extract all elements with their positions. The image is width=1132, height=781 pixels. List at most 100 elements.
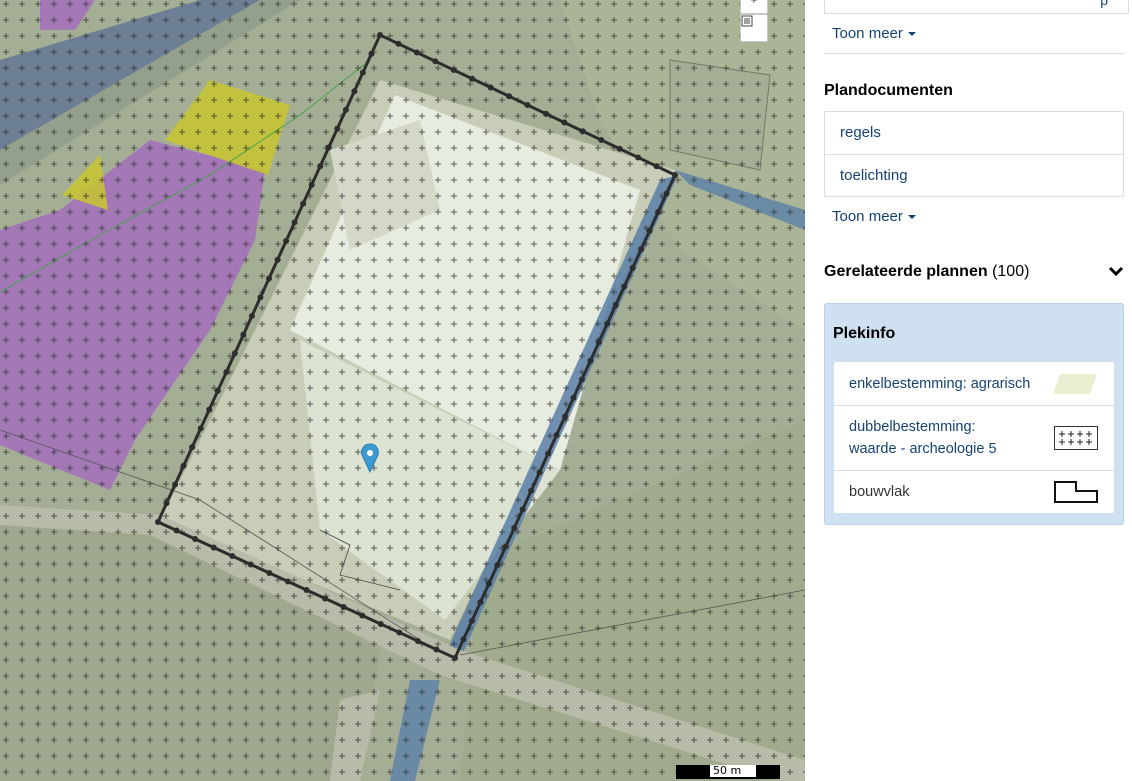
parcel-vertex-dot [460,636,467,643]
toon-meer-button-2[interactable]: Toon meer [832,208,916,225]
parcel-vertex-dot [334,125,341,132]
parcel-vertex-dot [413,49,420,56]
parcel-vertex-dot [192,536,199,542]
parcel-vertex-dot [638,246,645,253]
parcel-vertex-dot [300,200,307,207]
previous-card-text[interactable]: p [1100,0,1108,8]
parcel-vertex-dot [303,587,310,593]
parcel-vertex-dot [284,578,291,585]
parcel-vertex-dot [257,294,264,301]
document-link-toelichting[interactable]: toelichting [825,154,1123,196]
plekinfo-item-label: bouwvlak [849,484,910,500]
plekinfo-item-bouwvlak[interactable]: bouwvlak [834,470,1114,513]
parcel-vertex-dot [266,275,272,282]
caret-down-icon [907,32,916,37]
parcel-vertex-dot [377,32,383,38]
parcel-vertex-dot [635,154,642,161]
chevron-down-icon [1108,266,1124,277]
parcel-vertex-dot [562,413,568,420]
parcel-vertex-dot [231,350,238,357]
parcel-vertex-dot [450,67,457,73]
parcel-vertex-dot [511,524,518,531]
parcel-vertex-dot [414,638,421,644]
parcel-vertex-dot [579,128,586,135]
plus-icon: + [750,0,758,7]
plekinfo-item-agrarisch[interactable]: enkelbestemming: agrarisch [834,362,1114,405]
parcel-vertex-dot [189,444,196,451]
toon-meer-label: Toon meer [832,208,903,225]
parcel-vertex-dot [395,40,402,47]
plekinfo-title: Plekinfo [833,325,896,342]
parcel-vertex-dot [612,302,619,309]
parcel-vertex-dot [570,394,577,401]
parcel-vertex-dot [291,219,298,226]
document-list: regels toelichting [824,111,1124,197]
parcel-vertex-dot [506,93,513,100]
plekinfo-item-label: dubbelbestemming: waarde - archeologie 5 [849,416,997,460]
parcel-vertex-dot [359,69,366,76]
parcel-vertex-dot [214,387,221,394]
caret-down-icon [907,215,916,220]
parcel-vertex-dot [340,604,347,610]
parcel-vertex-dot [487,84,494,91]
parcel-vertex-dot [646,227,653,234]
parcel-vertex-dot [322,595,329,602]
plandocumenten-title: Plandocumenten [824,82,953,99]
parcel-vertex-dot [197,425,204,432]
parcel-vertex-dot [468,617,475,624]
gerelateerde-plannen-toggle[interactable]: Gerelateerde plannen (100) [824,263,1124,281]
plekinfo-list: enkelbestemming: agrarisch dubbelbestemm… [834,362,1114,513]
scale-bar: 50 m [676,765,780,779]
plekinfo-item-archeologie[interactable]: dubbelbestemming: waarde - archeologie 5 [834,405,1114,470]
parcel-vertex-dot [172,481,179,488]
parcel-vertex-dot [240,331,247,338]
plekinfo-panel: Plekinfo enkelbestemming: agrarisch dubb… [824,303,1124,525]
parcel-vertex-dot [368,50,375,57]
parcel-vertex-dot [283,238,290,245]
parcel-vertex-dot [223,369,230,376]
parcel-vertex-dot [536,469,543,476]
toon-meer-button-1[interactable]: Toon meer [832,25,916,42]
parcel-vertex-dot [396,629,403,636]
toon-meer-label: Toon meer [832,25,903,42]
parcel-vertex-dot [155,519,161,525]
previous-card: p [824,0,1129,14]
archeologie-legend-icon [1054,426,1098,450]
bouwvlak-legend-icon [1054,481,1098,503]
document-link-regels[interactable]: regels [825,112,1123,154]
zoom-in-button[interactable]: + [740,0,768,14]
parcel-vertex-dot [663,190,670,197]
parcel-vertex-dot [524,102,531,108]
parcel-vertex-dot [180,462,187,469]
legend-list-button[interactable] [740,14,768,42]
parcel-vertex-dot [342,106,349,113]
parcel-vertex-dot [433,646,440,653]
parcel-vertex-dot [604,320,611,327]
parcel-vertex-dot [561,119,568,126]
parcel-vertex-dot [469,75,476,82]
parcel-vertex-dot [653,163,660,170]
divider [824,53,1125,54]
label-line-2: waarde - archeologie 5 [849,441,997,457]
parcel-vertex-dot [578,376,585,383]
related-plans-count: (100) [992,263,1030,280]
parcel-vertex-dot [432,58,439,65]
scale-bar-segment [678,765,710,777]
map-canvas[interactable] [0,0,805,781]
parcel-vertex-dot [595,339,602,346]
parcel-vertex-dot [553,432,560,439]
parcel-vertex-dot [173,527,180,534]
map-view[interactable]: + 50 m [0,0,805,781]
related-plans-title: Gerelateerde plannen [824,263,988,280]
parcel-vertex-dot [655,209,662,216]
parcel-vertex-dot [598,137,605,143]
parcel-vertex-dot [229,553,236,559]
parcel-vertex-dot [325,144,332,151]
sidebar-panel: p Toon meer Plandocumenten regels toelic… [805,0,1132,781]
parcel-vertex-dot [545,450,552,457]
parcel-vertex-dot [206,406,213,413]
parcel-vertex-dot [587,357,594,364]
parcel-vertex-dot [317,163,324,170]
parcel-vertex-dot [377,621,384,627]
plekinfo-item-label: enkelbestemming: agrarisch [849,375,1031,392]
